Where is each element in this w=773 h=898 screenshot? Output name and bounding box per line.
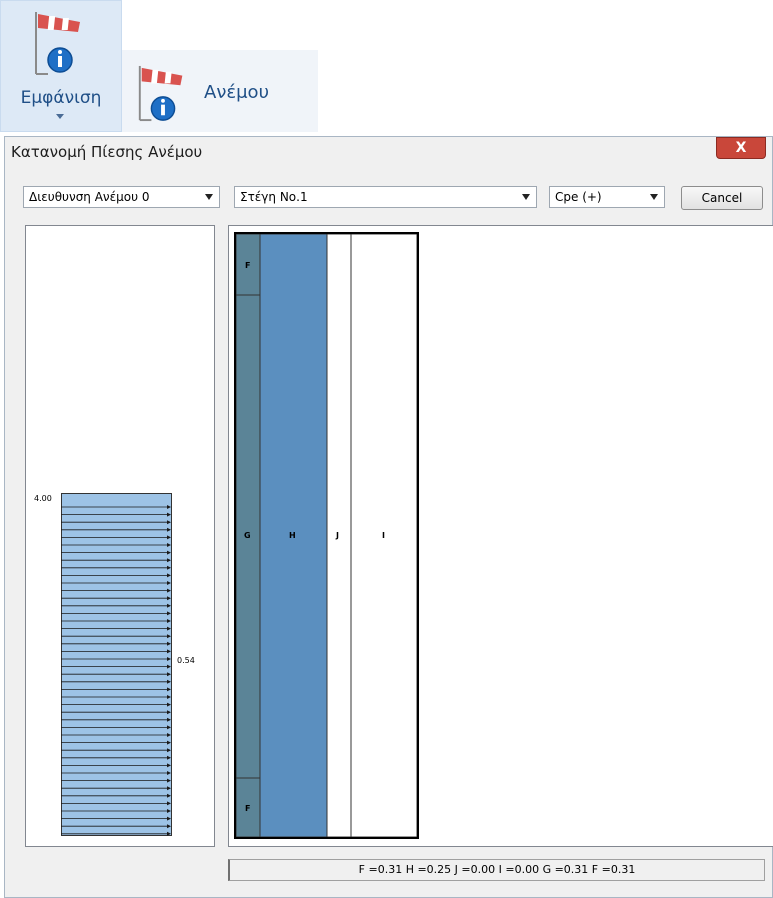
pressure-arrow-head bbox=[167, 801, 171, 806]
pressure-arrow-head bbox=[167, 786, 171, 791]
pressure-arrow-head bbox=[167, 649, 171, 654]
cpe-select-value: Cpe (+) bbox=[555, 190, 602, 204]
chevron-down-icon[interactable] bbox=[56, 114, 64, 119]
zone-label-g: G bbox=[244, 531, 251, 540]
wind-pressure-dialog: Κατανομή Πίεσης Ανέμου X Διευθυνση Ανέμο… bbox=[4, 136, 773, 898]
pressure-arrow-head bbox=[167, 558, 171, 563]
pressure-arrow-head bbox=[167, 626, 171, 631]
zone-label-j: J bbox=[336, 531, 339, 540]
pressure-arrow-head bbox=[167, 733, 171, 737]
pressure-arrow-head bbox=[167, 672, 171, 677]
ribbon-wind-label: Ανέμου bbox=[204, 82, 269, 103]
wind-direction-value: Διευθυνση Ανέμου 0 bbox=[29, 190, 150, 204]
pressure-arrow-head bbox=[167, 748, 171, 753]
pressure-arrow-head bbox=[167, 596, 171, 601]
pressure-arrow-head bbox=[167, 527, 171, 532]
pressure-arrow-head bbox=[167, 505, 171, 509]
roof-select[interactable]: Στέγη Νο.1 bbox=[234, 186, 537, 208]
pressure-arrow-head bbox=[167, 793, 171, 798]
chevron-down-icon[interactable] bbox=[650, 194, 658, 200]
dialog-title: Κατανομή Πίεσης Ανέμου bbox=[11, 143, 203, 161]
pressure-arrow-head bbox=[167, 816, 171, 821]
pressure-arrows bbox=[61, 505, 171, 836]
close-button[interactable]: X bbox=[716, 137, 766, 159]
windsock-info-icon bbox=[35, 12, 80, 75]
zone-label-i: I bbox=[382, 531, 385, 540]
pressure-arrow-head bbox=[167, 763, 171, 768]
pressure-arrow-head bbox=[167, 603, 171, 608]
pressure-arrow-head bbox=[167, 641, 171, 646]
pressure-arrow-head bbox=[167, 717, 171, 722]
pressure-arrow-head bbox=[167, 535, 171, 540]
cancel-button[interactable]: Cancel bbox=[681, 186, 763, 210]
pressure-arrow-head bbox=[167, 581, 171, 585]
pressure-arrow-head bbox=[167, 710, 171, 715]
pressure-arrow-head bbox=[167, 550, 171, 555]
windsock-info-icon bbox=[138, 65, 183, 122]
cpe-select[interactable]: Cpe (+) bbox=[549, 186, 665, 208]
ribbon-display-label: Εμφάνιση bbox=[20, 88, 102, 108]
roof-zone-plan bbox=[234, 232, 419, 839]
pressure-arrow-head bbox=[167, 824, 171, 829]
pressure-arrow-head bbox=[167, 520, 171, 525]
roof-plan-panel: F G F H J I bbox=[228, 225, 773, 847]
profile-mid-value: 0.54 bbox=[177, 656, 195, 665]
pressure-arrow-head bbox=[167, 634, 171, 639]
pressure-arrow-head bbox=[167, 619, 171, 623]
pressure-arrow-head bbox=[167, 611, 171, 616]
pressure-arrow-head bbox=[167, 543, 171, 547]
profile-top-value: 4.00 bbox=[34, 494, 52, 503]
chevron-down-icon[interactable] bbox=[205, 194, 213, 200]
pressure-arrow-head bbox=[167, 695, 171, 699]
pressure-arrow-head bbox=[167, 740, 171, 745]
pressure-arrow-head bbox=[167, 771, 171, 775]
wind-direction-select[interactable]: Διευθυνση Ανέμου 0 bbox=[23, 186, 220, 208]
zone-label-h: H bbox=[289, 531, 296, 540]
pressure-arrow-head bbox=[167, 565, 171, 570]
pressure-arrow-head bbox=[167, 588, 171, 593]
pressure-arrow-head bbox=[167, 778, 171, 783]
zone-values-status: F =0.31 H =0.25 J =0.00 I =0.00 G =0.31 … bbox=[228, 859, 765, 881]
pressure-arrow-head bbox=[167, 679, 171, 684]
pressure-arrow-head bbox=[167, 725, 171, 730]
chevron-down-icon[interactable] bbox=[522, 194, 530, 200]
roof-select-value: Στέγη Νο.1 bbox=[240, 190, 308, 204]
zone-label-f-bottom: F bbox=[245, 804, 251, 813]
pressure-arrow-head bbox=[167, 831, 171, 836]
pressure-profile-panel: 4.00 0.54 bbox=[25, 225, 215, 847]
zone-label-f-top: F bbox=[245, 261, 251, 270]
pressure-arrow-head bbox=[167, 512, 171, 517]
pressure-arrow-head bbox=[167, 809, 171, 813]
pressure-arrow-head bbox=[167, 657, 171, 661]
pressure-arrow-head bbox=[167, 573, 171, 578]
pressure-arrow-head bbox=[167, 702, 171, 707]
pressure-arrow-head bbox=[167, 755, 171, 760]
pressure-arrow-head bbox=[167, 664, 171, 669]
pressure-arrow-head bbox=[167, 687, 171, 692]
